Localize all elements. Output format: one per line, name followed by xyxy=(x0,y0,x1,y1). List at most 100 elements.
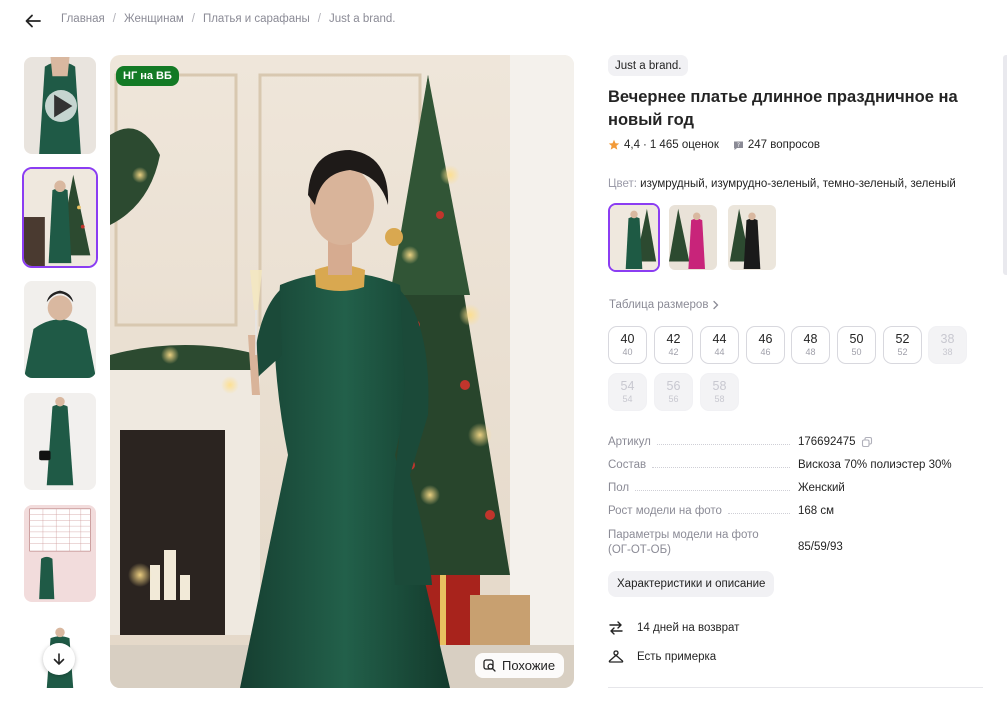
divider xyxy=(608,687,983,688)
spec-value: 168 см xyxy=(798,505,835,517)
size-main: 46 xyxy=(758,331,773,346)
spec-key: Пол xyxy=(608,482,630,494)
spec-value: 85/59/93 xyxy=(798,541,843,553)
svg-text:?: ? xyxy=(737,141,740,148)
size-option-48[interactable]: 48 48 xyxy=(791,326,830,364)
spec-row-article: Артикул 176692475 xyxy=(608,436,968,448)
size-option-42[interactable]: 42 42 xyxy=(654,326,693,364)
size-option-40[interactable]: 40 40 xyxy=(608,326,647,364)
size-sub: 54 xyxy=(622,393,633,404)
hanger-icon xyxy=(608,650,624,663)
breadcrumb-separator: / xyxy=(191,13,195,25)
size-main: 58 xyxy=(712,378,727,393)
breadcrumb-item-women[interactable]: Женщинам xyxy=(124,13,184,25)
thumbnail-video[interactable] xyxy=(22,55,98,156)
main-product-image[interactable] xyxy=(110,55,574,688)
color-swatch-black[interactable] xyxy=(726,203,778,272)
spec-row-model-height: Рост модели на фото 168 см xyxy=(608,505,968,517)
thumbnail-strip xyxy=(22,55,98,688)
promo-badge: НГ на ВБ xyxy=(116,66,179,86)
return-label: 14 дней на возврат xyxy=(637,622,740,634)
chevron-right-icon xyxy=(713,300,719,310)
back-button[interactable] xyxy=(22,10,44,32)
breadcrumb: Главная / Женщинам / Платья и сарафаны /… xyxy=(61,13,395,25)
size-option-46[interactable]: 46 46 xyxy=(746,326,785,364)
size-sub: 56 xyxy=(668,393,679,404)
play-icon[interactable] xyxy=(45,90,77,122)
perk-return: 14 дней на возврат xyxy=(608,620,739,636)
size-main: 56 xyxy=(666,378,681,393)
question-icon: ? xyxy=(733,141,743,150)
breadcrumb-separator: / xyxy=(317,13,321,25)
breadcrumb-item-dresses[interactable]: Платья и сарафаны xyxy=(203,13,310,25)
size-table-label: Таблица размеров xyxy=(609,299,709,311)
spec-value: Женский xyxy=(798,482,845,494)
size-main: 50 xyxy=(849,331,864,346)
copy-icon[interactable] xyxy=(861,436,873,448)
characteristics-button[interactable]: Характеристики и описание xyxy=(608,571,775,597)
size-main: 40 xyxy=(620,331,635,346)
thumbnail-photo-1[interactable] xyxy=(22,167,98,268)
size-sub: 46 xyxy=(760,346,771,357)
spec-key: Рост модели на фото xyxy=(608,505,722,517)
similar-button[interactable]: Похожие xyxy=(475,653,565,678)
star-icon xyxy=(608,139,620,150)
thumbnail-size-chart[interactable] xyxy=(22,503,98,604)
size-main: 38 xyxy=(940,331,955,346)
size-option-54-unavailable[interactable]: 54 54 xyxy=(608,373,647,411)
return-icon xyxy=(609,621,623,635)
spec-row-model-params: Параметры модели на фото (ОГ-ОТ-ОБ) 85/5… xyxy=(608,528,968,558)
color-value: изумрудный, изумрудно-зеленый, темно-зел… xyxy=(640,178,956,190)
spec-row-composition: Состав Вискоза 70% полиэстер 30% xyxy=(608,459,968,471)
side-scroll-edge xyxy=(1003,55,1007,275)
size-sub: 58 xyxy=(714,393,725,404)
spec-key-2: (ОГ-ОТ-ОБ) xyxy=(608,544,671,556)
size-table-link[interactable]: Таблица размеров xyxy=(609,299,720,311)
size-option-50[interactable]: 50 50 xyxy=(837,326,876,364)
size-option-38-unavailable[interactable]: 38 38 xyxy=(928,326,967,364)
size-sub: 40 xyxy=(622,346,633,357)
spec-value-article: 176692475 xyxy=(798,436,856,448)
size-sub: 50 xyxy=(851,346,862,357)
color-row: Цвет: изумрудный, изумрудно-зеленый, тем… xyxy=(608,178,956,190)
thumbnail-photo-3[interactable] xyxy=(22,391,98,492)
spec-value: Вискоза 70% полиэстер 30% xyxy=(798,459,952,471)
perk-fitting: Есть примерка xyxy=(608,649,716,665)
size-sub: 52 xyxy=(897,346,908,357)
size-main: 42 xyxy=(666,331,681,346)
size-main: 48 xyxy=(803,331,818,346)
reviews-count[interactable]: 1 465 оценок xyxy=(650,139,719,151)
color-swatch-emerald[interactable] xyxy=(608,203,660,272)
fitting-label: Есть примерка xyxy=(637,651,717,663)
brand-chip[interactable]: Just a brand. xyxy=(608,55,689,76)
rating-separator: · xyxy=(643,139,647,151)
size-sub: 42 xyxy=(668,346,679,357)
size-sub: 38 xyxy=(942,346,953,357)
spec-key: Состав xyxy=(608,459,647,471)
size-option-56-unavailable[interactable]: 56 56 xyxy=(654,373,693,411)
size-option-44[interactable]: 44 44 xyxy=(700,326,739,364)
color-swatches xyxy=(608,203,778,272)
similar-label: Похожие xyxy=(502,658,556,673)
spec-row-gender: Пол Женский xyxy=(608,482,968,494)
breadcrumb-item-home[interactable]: Главная xyxy=(61,13,105,25)
spec-key: Параметры модели на фото xyxy=(608,529,759,541)
rating-value: 4,4 xyxy=(624,139,640,151)
search-similar-icon xyxy=(483,659,496,672)
spec-key: Артикул xyxy=(608,436,651,448)
size-main: 52 xyxy=(895,331,910,346)
size-sub: 48 xyxy=(805,346,816,357)
questions-link[interactable]: ? 247 вопросов xyxy=(733,139,820,151)
breadcrumb-item-brand[interactable]: Just a brand. xyxy=(329,13,395,25)
arrow-down-icon xyxy=(53,653,65,666)
size-option-58-unavailable[interactable]: 58 58 xyxy=(700,373,739,411)
color-swatch-magenta[interactable] xyxy=(667,203,719,272)
color-label: Цвет: xyxy=(608,178,637,190)
size-main: 54 xyxy=(620,378,635,393)
thumbnail-photo-2[interactable] xyxy=(22,279,98,380)
scroll-down-button[interactable] xyxy=(43,643,75,675)
size-main: 44 xyxy=(712,331,727,346)
rating-row: 4,4 · 1 465 оценок ? 247 вопросов xyxy=(608,139,820,151)
size-option-52[interactable]: 52 52 xyxy=(883,326,922,364)
questions-count: 247 вопросов xyxy=(747,139,821,151)
